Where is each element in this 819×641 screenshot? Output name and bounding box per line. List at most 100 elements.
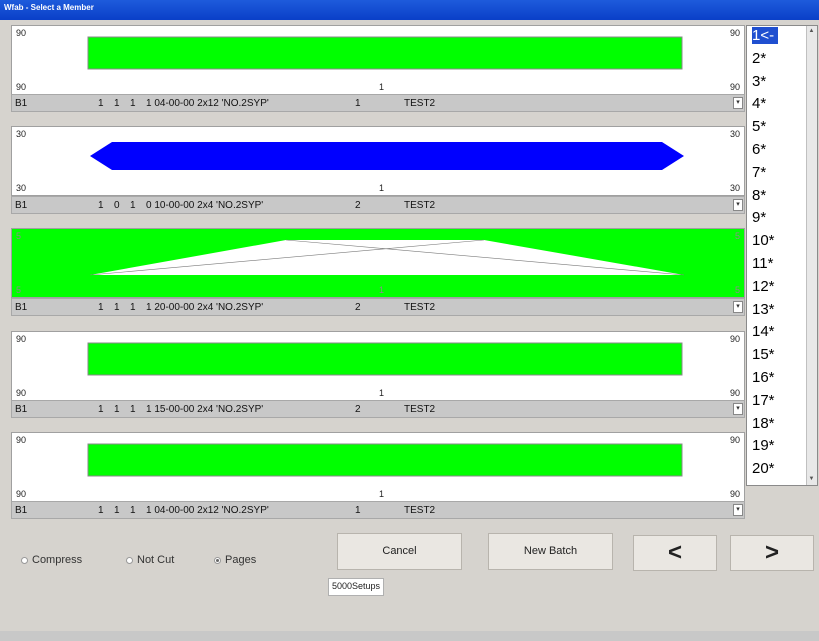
page-list-scrollbar[interactable]: ▲ ▼ (806, 26, 817, 485)
left-top-label: 90 (16, 435, 27, 445)
radio-icon[interactable] (126, 556, 133, 564)
page-item[interactable]: 9* (752, 209, 766, 226)
page-item[interactable]: 2* (752, 50, 766, 67)
member-field: 1 (130, 98, 136, 109)
cancel-button[interactable]: Cancel (337, 533, 462, 570)
member-shape (87, 342, 683, 376)
member-info-row[interactable]: B1 1 1 1 1 15-00-00 2x4 'NO.2SYP' 2 TEST2 ▾ (11, 400, 745, 418)
dropdown-icon[interactable]: ▾ (733, 301, 743, 313)
member-job: TEST2 (404, 404, 436, 415)
right-bottom-label: 90 (729, 489, 740, 499)
radio-icon[interactable] (214, 556, 221, 564)
page-item[interactable]: 19* (752, 437, 775, 454)
left-bottom-label: 90 (16, 388, 27, 398)
right-bottom-label: 90 (729, 388, 740, 398)
member-shape (87, 443, 683, 477)
page-item[interactable]: 17* (752, 392, 775, 409)
member-spec: 1 04-00-00 2x12 'NO.2SYP' (146, 98, 269, 109)
member-field: 1 (130, 404, 136, 415)
center-label: 1 (379, 388, 385, 398)
center-label: 1 (379, 183, 385, 193)
center-label: 1 (379, 82, 385, 92)
member-preview[interactable]: 90 90 90 90 1 (11, 432, 745, 502)
pages-label: Pages (225, 554, 257, 566)
dropdown-icon[interactable]: ▾ (733, 199, 743, 211)
member-code: B1 (15, 505, 28, 516)
member-qty: 2 (355, 302, 361, 313)
page-item[interactable]: 18* (752, 415, 775, 432)
member-info-row[interactable]: B1 1 1 1 1 04-00-00 2x12 'NO.2SYP' 1 TEST2 ▾ (11, 94, 745, 112)
right-top-label: 90 (729, 334, 740, 344)
member-preview[interactable]: 5 5 5 5 1 (11, 228, 745, 298)
member-field: 1 (114, 404, 120, 415)
not-cut-option[interactable]: Not Cut (126, 554, 174, 566)
dropdown-icon[interactable]: ▾ (733, 403, 743, 415)
member-qty: 1 (355, 98, 361, 109)
member-preview[interactable]: 30 30 30 30 1 (11, 126, 745, 196)
board-rect (87, 443, 683, 477)
page-item[interactable]: 5* (752, 118, 766, 135)
page-item[interactable]: 11* (752, 255, 773, 272)
left-top-label: 90 (16, 28, 27, 38)
member-qty: 2 (355, 404, 361, 415)
next-button[interactable]: > (730, 535, 814, 571)
previous-button[interactable]: < (633, 535, 717, 571)
member-field: 1 (130, 200, 136, 211)
board-rect (87, 342, 683, 376)
page-item[interactable]: 6* (752, 141, 766, 158)
page-item[interactable]: 4* (752, 95, 766, 112)
member-info-row[interactable]: B1 1 0 1 0 10-00-00 2x4 'NO.2SYP' 2 TEST2 ▾ (11, 196, 745, 214)
board-cross (90, 240, 684, 275)
compress-label: Compress (32, 554, 83, 566)
member-job: TEST2 (404, 505, 436, 516)
pages-option[interactable]: Pages (214, 554, 256, 566)
member-field: 1 (130, 505, 136, 516)
dropdown-icon[interactable]: ▾ (733, 504, 743, 516)
not-cut-label: Not Cut (137, 554, 175, 566)
right-bottom-label: 5 (734, 285, 740, 295)
page-item[interactable]: 20* (752, 460, 775, 477)
setups-status: 5000Setups (328, 578, 385, 596)
page-item[interactable]: 8* (752, 187, 766, 204)
member-field: 1 (130, 302, 136, 313)
page-item[interactable]: 10* (752, 232, 775, 249)
page-item[interactable]: 13* (752, 301, 775, 318)
window-title: Wfab - Select a Member (4, 3, 94, 12)
page-item[interactable]: 15* (752, 346, 775, 363)
page-item[interactable]: 16* (752, 369, 775, 386)
bottom-strip (0, 631, 819, 641)
left-top-label: 30 (16, 129, 27, 139)
scroll-up-icon[interactable]: ▲ (808, 27, 815, 36)
board-rect (87, 36, 683, 70)
member-field: 1 (98, 200, 104, 211)
page-list[interactable]: 1<- 2* 3* 4* 5* 6* 7* 8* 9* 10* 11* 12* 13* 14* 15* 16*… (746, 25, 818, 486)
right-top-label: 5 (734, 231, 740, 241)
member-code: B1 (15, 404, 28, 415)
new-batch-button[interactable]: New Batch (488, 533, 613, 570)
member-shape (90, 142, 684, 170)
member-job: TEST2 (404, 200, 436, 211)
right-bottom-label: 90 (729, 82, 740, 92)
dropdown-icon[interactable]: ▾ (733, 97, 743, 109)
right-top-label: 90 (729, 435, 740, 445)
page-item[interactable]: 14* (752, 323, 775, 340)
member-qty: 1 (355, 505, 361, 516)
radio-icon[interactable] (21, 556, 28, 564)
member-info-row[interactable]: B1 1 1 1 1 04-00-00 2x12 'NO.2SYP' 1 TEST2 ▾ (11, 501, 745, 519)
member-preview[interactable]: 90 90 90 90 1 (11, 331, 745, 401)
compress-option[interactable]: Compress (21, 554, 82, 566)
page-item[interactable]: 3* (752, 73, 766, 90)
member-field: 1 (98, 505, 104, 516)
member-field: 1 (114, 302, 120, 313)
page-item[interactable]: 1<- (752, 27, 779, 44)
member-preview[interactable]: 90 90 90 90 1 (11, 25, 745, 95)
member-spec: 0 10-00-00 2x4 'NO.2SYP' (146, 200, 264, 211)
member-info-row[interactable]: B1 1 1 1 1 20-00-00 2x4 'NO.2SYP' 2 TEST2 ▾ (11, 298, 745, 316)
left-bottom-label: 90 (16, 82, 27, 92)
page-item[interactable]: 7* (752, 164, 766, 181)
page-item[interactable]: 12* (752, 278, 775, 295)
member-shape (89, 239, 685, 276)
scroll-down-icon[interactable]: ▼ (808, 475, 815, 484)
member-job: TEST2 (404, 98, 436, 109)
left-bottom-label: 30 (16, 183, 27, 193)
